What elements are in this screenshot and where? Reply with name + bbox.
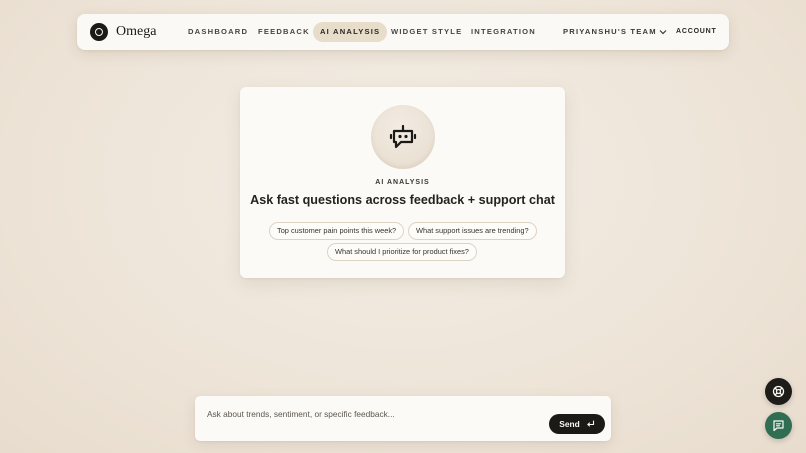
suggestion-chip[interactable]: What support issues are trending? [408, 222, 537, 240]
account-link[interactable]: ACCOUNT [676, 22, 717, 42]
page-headline: Ask fast questions across feedback + sup… [250, 193, 555, 207]
chevron-down-icon [659, 30, 667, 35]
support-icon [772, 385, 785, 398]
nav-tab-ai-analysis[interactable]: AI ANALYSIS [313, 22, 388, 42]
team-name: PRIYANSHU'S TEAM [563, 27, 657, 36]
team-switcher[interactable]: PRIYANSHU'S TEAM [563, 22, 667, 42]
bot-icon [389, 124, 417, 149]
bot-avatar [371, 105, 435, 169]
suggestion-chip[interactable]: Top customer pain points this week? [269, 222, 405, 240]
suggestion-chip[interactable]: What should I prioritize for product fix… [327, 243, 477, 261]
nav-tab-feedback[interactable]: FEEDBACK [251, 22, 317, 42]
top-navbar: Omega DASHBOARD FEEDBACK AI ANALYSIS WID… [77, 14, 729, 50]
chat-fab[interactable] [765, 412, 792, 439]
omega-logo-icon[interactable] [90, 23, 108, 41]
support-fab[interactable] [765, 378, 792, 405]
send-label: Send [559, 419, 580, 429]
nav-tab-widget-style[interactable]: WIDGET STYLE [384, 22, 469, 42]
send-button[interactable]: Send [549, 414, 605, 434]
nav-tab-integration[interactable]: INTEGRATION [464, 22, 543, 42]
nav-tab-dashboard[interactable]: DASHBOARD [181, 22, 255, 42]
ai-analysis-card: AI ANALYSIS Ask fast questions across fe… [240, 87, 565, 278]
enter-key-icon [586, 420, 594, 427]
chat-icon [773, 420, 784, 432]
question-input[interactable] [205, 405, 529, 423]
section-eyebrow: AI ANALYSIS [375, 179, 430, 186]
chat-composer: Send [195, 396, 611, 441]
brand-name[interactable]: Omega [116, 23, 156, 41]
